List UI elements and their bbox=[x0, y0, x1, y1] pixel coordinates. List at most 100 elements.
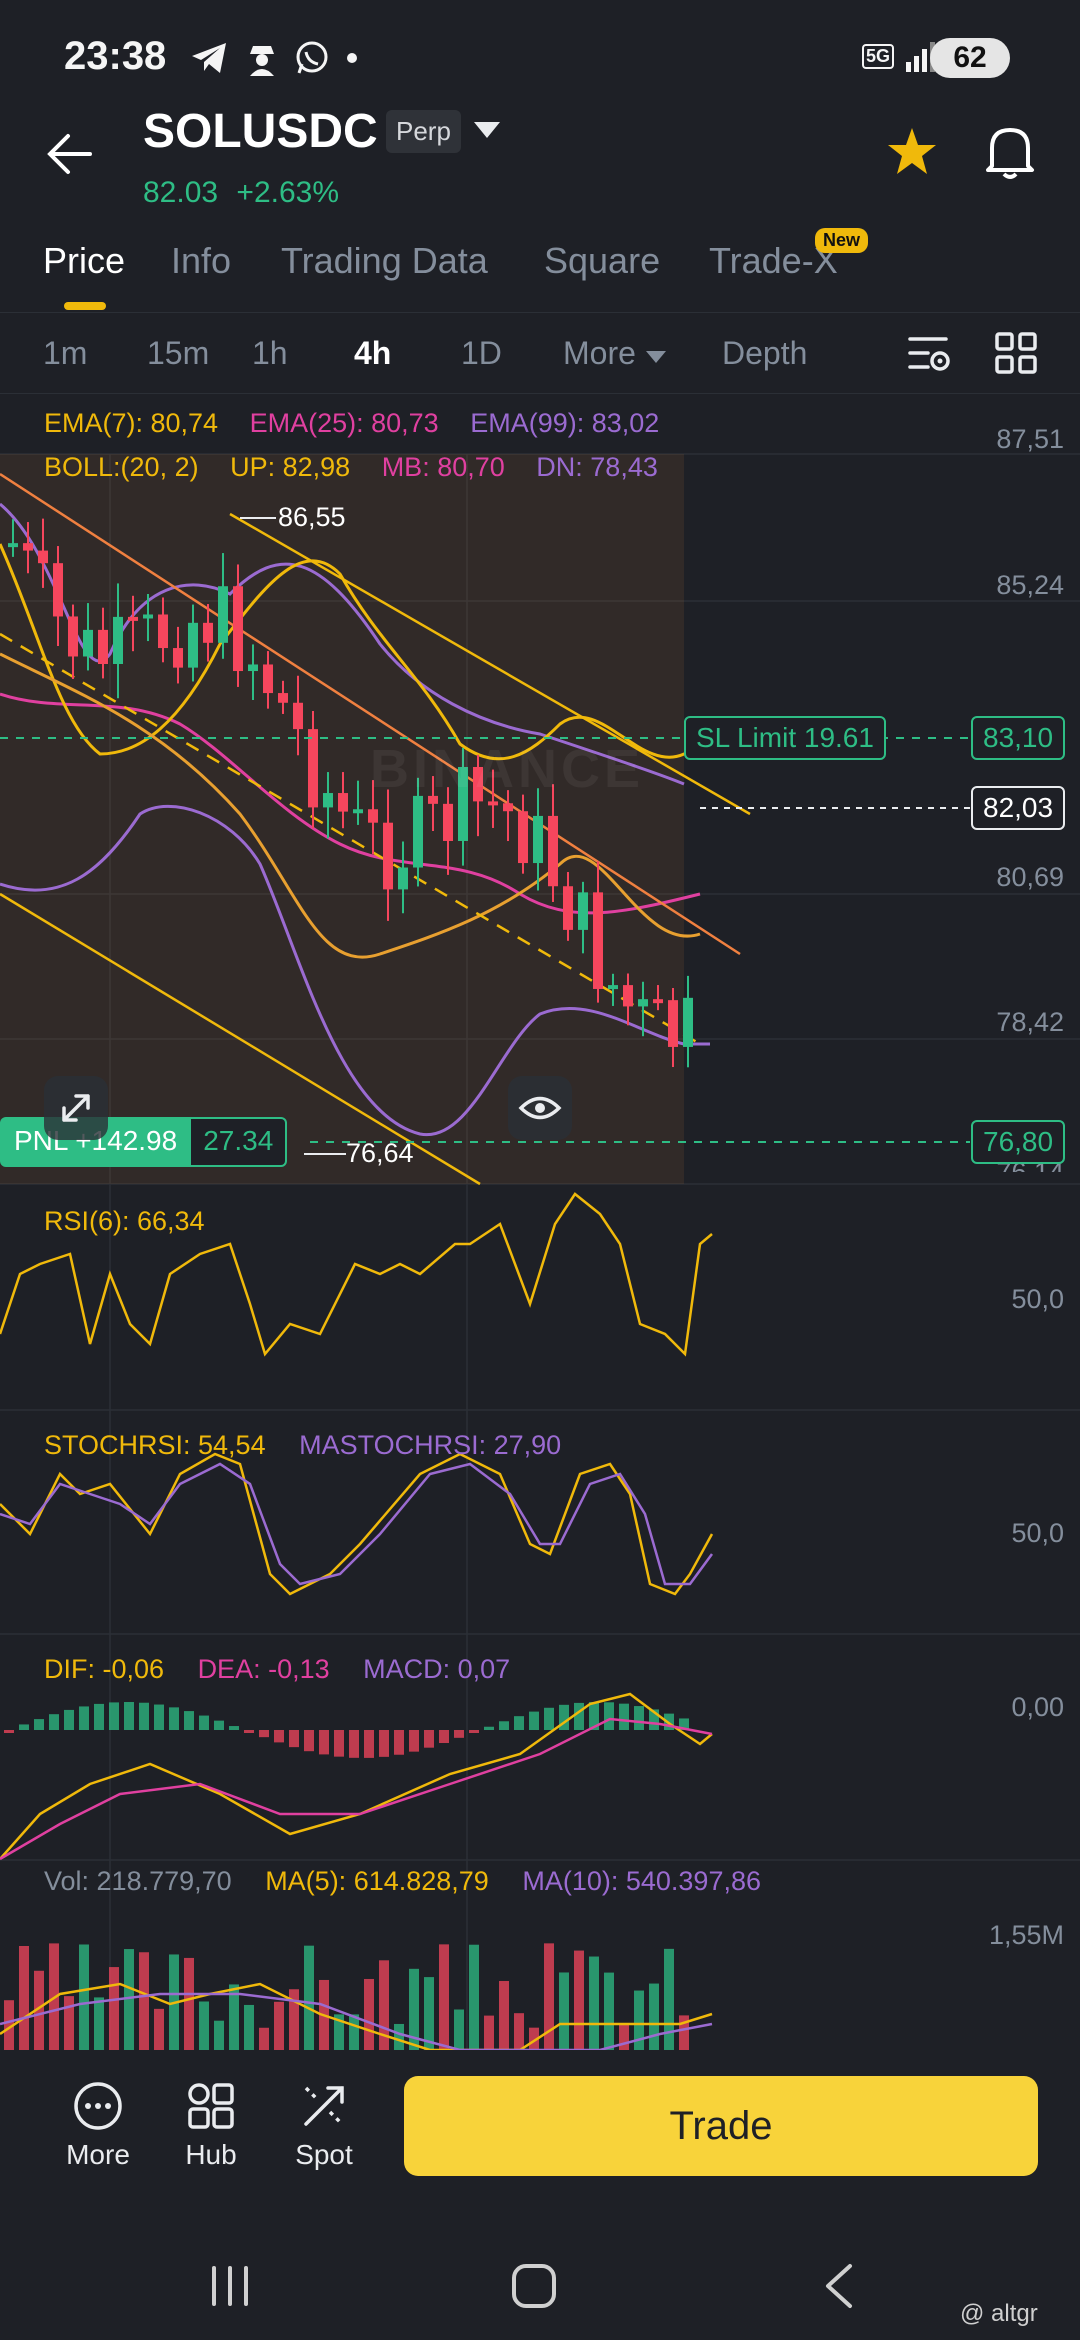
sl-limit-order-label[interactable]: SL Limit 19.61 bbox=[684, 716, 886, 760]
macd-hist-bar bbox=[79, 1706, 89, 1730]
candle-body bbox=[563, 886, 573, 930]
volume-bar bbox=[79, 1944, 89, 2050]
dot-icon bbox=[347, 53, 357, 63]
volume-bar bbox=[184, 1957, 194, 2050]
candle-body bbox=[488, 801, 498, 806]
macd-hist-bar bbox=[544, 1707, 554, 1730]
symbol-dropdown-icon[interactable] bbox=[472, 120, 502, 140]
status-bar: 23:38 5G 62 bbox=[0, 0, 1080, 118]
macd-hist-bar bbox=[229, 1726, 239, 1730]
layout-grid-icon[interactable] bbox=[994, 331, 1038, 375]
macd-hist-bar bbox=[244, 1730, 254, 1733]
more-dots-icon bbox=[74, 2082, 122, 2130]
price-axis-label-4: 78,42 bbox=[996, 1007, 1064, 1037]
candle-body bbox=[38, 550, 48, 564]
price-axis-label-2: 85,24 bbox=[996, 570, 1064, 600]
hub-nav-button[interactable]: Hub bbox=[161, 2080, 261, 2171]
macd-hist-bar bbox=[64, 1709, 74, 1730]
ema7-label: EMA(7): 80,74 bbox=[44, 408, 219, 438]
tab-info[interactable]: Info bbox=[171, 240, 231, 282]
candle-body bbox=[518, 811, 528, 864]
ema99-label: EMA(99): 83,02 bbox=[470, 408, 660, 438]
status-system-icons: 5G bbox=[862, 38, 938, 74]
volume-bar bbox=[109, 1967, 119, 2050]
volume-bar bbox=[94, 1997, 104, 2050]
candle-body bbox=[293, 702, 303, 730]
timeframe-15m[interactable]: 15m bbox=[147, 335, 209, 372]
macd-value-label: MACD: 0,07 bbox=[363, 1654, 511, 1684]
macd-hist-bar bbox=[49, 1714, 59, 1730]
last-price: 82.03 bbox=[143, 176, 219, 209]
candle-body bbox=[638, 999, 648, 1007]
price-change-percent: +2.63% bbox=[236, 176, 340, 209]
stochrsi-label: STOCHRSI: 54,54 bbox=[44, 1430, 266, 1460]
eye-icon bbox=[518, 1096, 562, 1120]
spot-nav-button[interactable]: Spot bbox=[274, 2080, 374, 2171]
system-back-icon[interactable] bbox=[820, 2262, 860, 2310]
timeframe-1d[interactable]: 1D bbox=[461, 335, 502, 372]
macd-hist-bar bbox=[394, 1730, 404, 1755]
price-change-row: 82.03 +2.63% bbox=[143, 176, 339, 210]
macd-hist-bar bbox=[334, 1730, 344, 1757]
candle-body bbox=[203, 622, 213, 643]
macd-axis-label: 0,00 bbox=[1011, 1692, 1064, 1722]
candle-body bbox=[68, 616, 78, 657]
vol-ma5-label: MA(5): 614.828,79 bbox=[265, 1866, 489, 1896]
chart-settings-icon[interactable] bbox=[906, 331, 952, 375]
toggle-visibility-button[interactable] bbox=[508, 1076, 572, 1140]
trade-button[interactable]: Trade bbox=[404, 2076, 1038, 2176]
more-nav-label: More bbox=[66, 2139, 130, 2170]
position-qty: 27.34 bbox=[191, 1117, 288, 1167]
candle-body bbox=[173, 648, 183, 668]
timeframe-more-label: More bbox=[563, 335, 636, 371]
high-price-marker: 86,55 bbox=[278, 502, 346, 532]
alert-bell-icon[interactable] bbox=[982, 122, 1038, 182]
price-axis-label-3: 80,69 bbox=[996, 862, 1064, 892]
timeframe-4h[interactable]: 4h bbox=[354, 335, 391, 372]
timeframe-1h[interactable]: 1h bbox=[252, 335, 288, 372]
more-nav-button[interactable]: More bbox=[48, 2080, 148, 2171]
home-icon[interactable] bbox=[510, 2262, 558, 2310]
boll-up-label: UP: 82,98 bbox=[230, 452, 351, 482]
tab-price[interactable]: Price bbox=[43, 240, 125, 282]
candle-body bbox=[443, 803, 453, 841]
timeframe-1m[interactable]: 1m bbox=[43, 335, 87, 372]
back-arrow-icon[interactable] bbox=[44, 132, 96, 176]
sl-price-tag: 83,10 bbox=[971, 716, 1066, 760]
volume-bar bbox=[664, 1948, 674, 2050]
volume-bar bbox=[589, 1956, 599, 2050]
tab-square[interactable]: Square bbox=[544, 240, 660, 282]
boll-label: BOLL:(20, 2) bbox=[44, 452, 199, 482]
candle-body bbox=[8, 543, 18, 548]
price-axis-label-1: 87,51 bbox=[996, 424, 1064, 454]
mastochrsi-line bbox=[0, 1462, 714, 1586]
tab-trading-data[interactable]: Trading Data bbox=[281, 240, 488, 282]
macd-hist-bar bbox=[19, 1724, 29, 1730]
volume-label: Vol: 218.779,70 bbox=[44, 1866, 232, 1896]
stochrsi-line bbox=[0, 1452, 714, 1596]
depth-tab[interactable]: Depth bbox=[722, 335, 807, 372]
symbol-title[interactable]: SOLUSDC bbox=[143, 104, 378, 159]
status-time: 23:38 bbox=[64, 34, 167, 78]
candle-body bbox=[338, 793, 348, 812]
macd-hist-bar bbox=[604, 1702, 614, 1730]
macd-hist-bar bbox=[409, 1730, 419, 1752]
candle-body bbox=[653, 999, 663, 1004]
macd-hist-bar bbox=[424, 1730, 434, 1748]
candle-body bbox=[383, 822, 393, 890]
candle-body bbox=[683, 997, 693, 1047]
macd-hist-bar bbox=[4, 1730, 14, 1733]
volume-bar bbox=[559, 1972, 569, 2050]
recent-apps-icon[interactable] bbox=[206, 2264, 254, 2308]
candle-body bbox=[323, 793, 333, 808]
favorite-star-icon[interactable] bbox=[884, 124, 940, 180]
volume-bar bbox=[469, 1944, 479, 2050]
macd-dea-label: DEA: -0,13 bbox=[197, 1654, 330, 1684]
fullscreen-button[interactable] bbox=[44, 1076, 108, 1140]
candle-body bbox=[533, 815, 543, 864]
low-price-marker: 76,64 bbox=[346, 1138, 414, 1168]
candle-body bbox=[188, 622, 198, 668]
macd-hist-bar bbox=[634, 1706, 644, 1730]
timeframe-more[interactable]: More bbox=[563, 335, 667, 372]
candle-body bbox=[308, 729, 318, 808]
